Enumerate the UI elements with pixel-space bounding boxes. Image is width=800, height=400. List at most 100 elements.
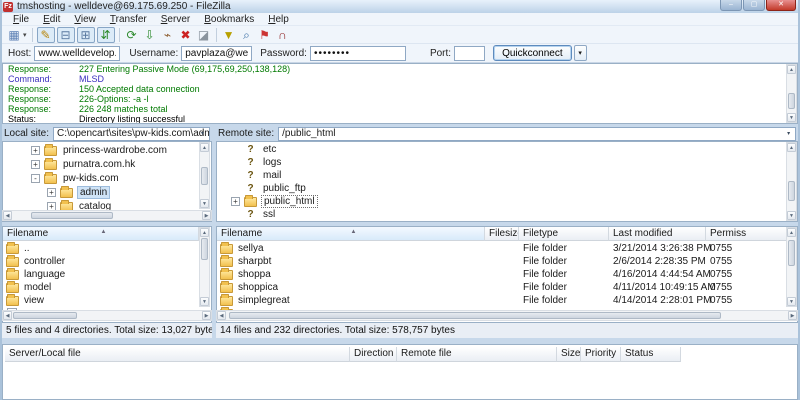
tree-item[interactable]: ? etc <box>244 143 278 156</box>
local-site-combo[interactable]: C:\opencart\sites\pw-kids.com\admin\ ▾ <box>53 127 210 141</box>
tree-item[interactable]: ? mail <box>244 169 283 182</box>
filter-icon[interactable]: ▼ <box>220 27 238 43</box>
filename[interactable]: shoppa <box>237 269 271 280</box>
scroll-right-icon[interactable]: ▶ <box>788 311 797 320</box>
menu-file[interactable]: File <box>6 14 36 25</box>
tree-item-label[interactable]: logs <box>261 157 283 168</box>
file-row[interactable]: controller <box>3 255 198 268</box>
port-input[interactable] <box>454 46 485 61</box>
local-list-vscrollbar[interactable]: ▲ ▼ <box>199 227 210 307</box>
cancel-icon[interactable]: ✖ <box>177 27 195 43</box>
queue-column-local-file[interactable]: Server/Local file <box>5 347 350 362</box>
remote-list-hscrollbar[interactable]: ◀ ▶ <box>216 310 798 321</box>
filename[interactable]: controller <box>23 256 65 267</box>
scrollbar-thumb[interactable] <box>788 240 795 266</box>
toggle-queue-icon[interactable]: ⇵ <box>97 27 115 43</box>
filename[interactable]: model <box>23 282 51 293</box>
scroll-down-icon[interactable]: ▼ <box>200 199 209 208</box>
title-bar[interactable]: Fz tmshosting - welldeve@69.175.69.250 -… <box>0 0 800 13</box>
tree-item-label[interactable]: admin <box>77 186 110 199</box>
password-input[interactable] <box>310 46 406 61</box>
scroll-left-icon[interactable]: ◀ <box>3 211 12 220</box>
minimize-button[interactable]: – <box>720 0 742 11</box>
column-header-modified[interactable]: Last modified <box>609 227 706 241</box>
menu-transfer[interactable]: Transfer <box>103 14 154 25</box>
queue-column-status[interactable]: Status <box>621 347 681 362</box>
local-tree-hscrollbar[interactable]: ◀ ▶ <box>2 210 212 221</box>
log-scrollbar[interactable]: ▲ ▼ <box>786 64 797 123</box>
tree-item[interactable]: + purnatra.com.hk <box>31 158 137 171</box>
scroll-up-icon[interactable]: ▲ <box>787 228 796 237</box>
expand-icon[interactable]: + <box>47 188 56 197</box>
scrollbar-thumb[interactable] <box>229 312 721 319</box>
scrollbar-thumb[interactable] <box>788 93 795 109</box>
scroll-left-icon[interactable]: ◀ <box>217 311 226 320</box>
tree-item[interactable]: + princess-wardrobe.com <box>31 144 169 157</box>
tree-item-label[interactable]: princess-wardrobe.com <box>61 145 169 156</box>
queue-column-remote-file[interactable]: Remote file <box>397 347 557 362</box>
find-icon[interactable]: ∩ <box>274 27 292 43</box>
scroll-down-icon[interactable]: ▼ <box>200 297 209 306</box>
file-row[interactable]: .. <box>3 242 198 255</box>
queue-column-size[interactable]: Size <box>557 347 581 362</box>
scrollbar-thumb[interactable] <box>31 212 113 219</box>
menu-view[interactable]: View <box>67 14 103 25</box>
panel-divider[interactable] <box>212 126 216 340</box>
local-tree-vscrollbar[interactable]: ▲ ▼ <box>199 142 210 209</box>
local-list-hscrollbar[interactable]: ◀ ▶ <box>2 310 212 321</box>
toggle-local-tree-icon[interactable]: ⊟ <box>57 27 75 43</box>
site-manager-dropdown-icon[interactable]: ▾ <box>23 31 27 39</box>
column-header-filetype[interactable]: Filetype <box>519 227 609 241</box>
filename[interactable]: .. <box>23 243 30 254</box>
column-header-filename[interactable]: Filename ▲ <box>217 227 485 241</box>
scroll-left-icon[interactable]: ◀ <box>3 311 12 320</box>
tree-item-label[interactable]: mail <box>261 170 283 181</box>
tree-item-label[interactable]: pw-kids.com <box>61 173 121 184</box>
combo-dropdown-icon[interactable]: ▾ <box>197 129 208 139</box>
quickconnect-button[interactable]: Quickconnect <box>493 45 572 61</box>
filename[interactable]: shoppica <box>237 282 278 293</box>
refresh-icon[interactable]: ⟳ <box>123 27 141 43</box>
tree-item-label[interactable]: etc <box>261 144 278 155</box>
column-header-permissions[interactable]: Permiss <box>706 227 787 241</box>
expand-icon[interactable]: + <box>31 160 40 169</box>
scroll-up-icon[interactable]: ▲ <box>200 143 209 152</box>
compare-icon[interactable]: ⌕ <box>238 27 256 43</box>
site-manager-icon[interactable]: ▦ <box>5 27 23 43</box>
file-row[interactable]: language <box>3 268 198 281</box>
scrollbar-thumb[interactable] <box>13 312 77 319</box>
collapse-icon[interactable]: - <box>31 174 40 183</box>
scrollbar-thumb[interactable] <box>201 238 208 260</box>
scroll-right-icon[interactable]: ▶ <box>202 311 211 320</box>
expand-icon[interactable]: + <box>31 146 40 155</box>
column-header-filesize[interactable]: Filesize <box>485 227 519 241</box>
scrollbar-thumb[interactable] <box>201 167 208 185</box>
scroll-right-icon[interactable]: ▶ <box>202 211 211 220</box>
tree-item[interactable]: - pw-kids.com <box>31 172 121 185</box>
column-header-filename[interactable]: Filename ▲ <box>3 227 199 241</box>
tree-item[interactable]: ? logs <box>244 156 283 169</box>
disconnect-icon[interactable]: ⌁ <box>159 27 177 43</box>
username-input[interactable] <box>181 46 252 61</box>
scroll-down-icon[interactable]: ▼ <box>787 297 796 306</box>
expand-icon[interactable]: + <box>231 197 240 206</box>
file-row[interactable]: simplegreat File folder 4/14/2014 2:28:0… <box>217 294 785 307</box>
tree-item-label[interactable]: purnatra.com.hk <box>61 159 137 170</box>
file-row[interactable]: view <box>3 294 198 307</box>
filename[interactable]: sharpbt <box>237 256 271 267</box>
menu-bookmarks[interactable]: Bookmarks <box>197 14 261 25</box>
scrollbar-thumb[interactable] <box>788 181 795 201</box>
tree-item-label[interactable]: public_html <box>261 195 318 208</box>
file-row[interactable]: shoppa File folder 4/16/2014 4:44:54 AM … <box>217 268 785 281</box>
file-row[interactable]: model <box>3 281 198 294</box>
tree-item[interactable]: ? public_ftp <box>244 182 308 195</box>
toggle-remote-tree-icon[interactable]: ⊞ <box>77 27 95 43</box>
queue-column-priority[interactable]: Priority <box>581 347 621 362</box>
filename[interactable]: view <box>23 295 44 306</box>
clear-queue-icon[interactable]: ◪ <box>195 27 213 43</box>
scroll-up-icon[interactable]: ▲ <box>200 228 209 237</box>
menu-server[interactable]: Server <box>154 14 197 25</box>
filename[interactable]: language <box>23 269 65 280</box>
file-row[interactable]: sellya File folder 3/21/2014 3:26:38 PM … <box>217 242 785 255</box>
queue-column-direction[interactable]: Direction <box>350 347 397 362</box>
